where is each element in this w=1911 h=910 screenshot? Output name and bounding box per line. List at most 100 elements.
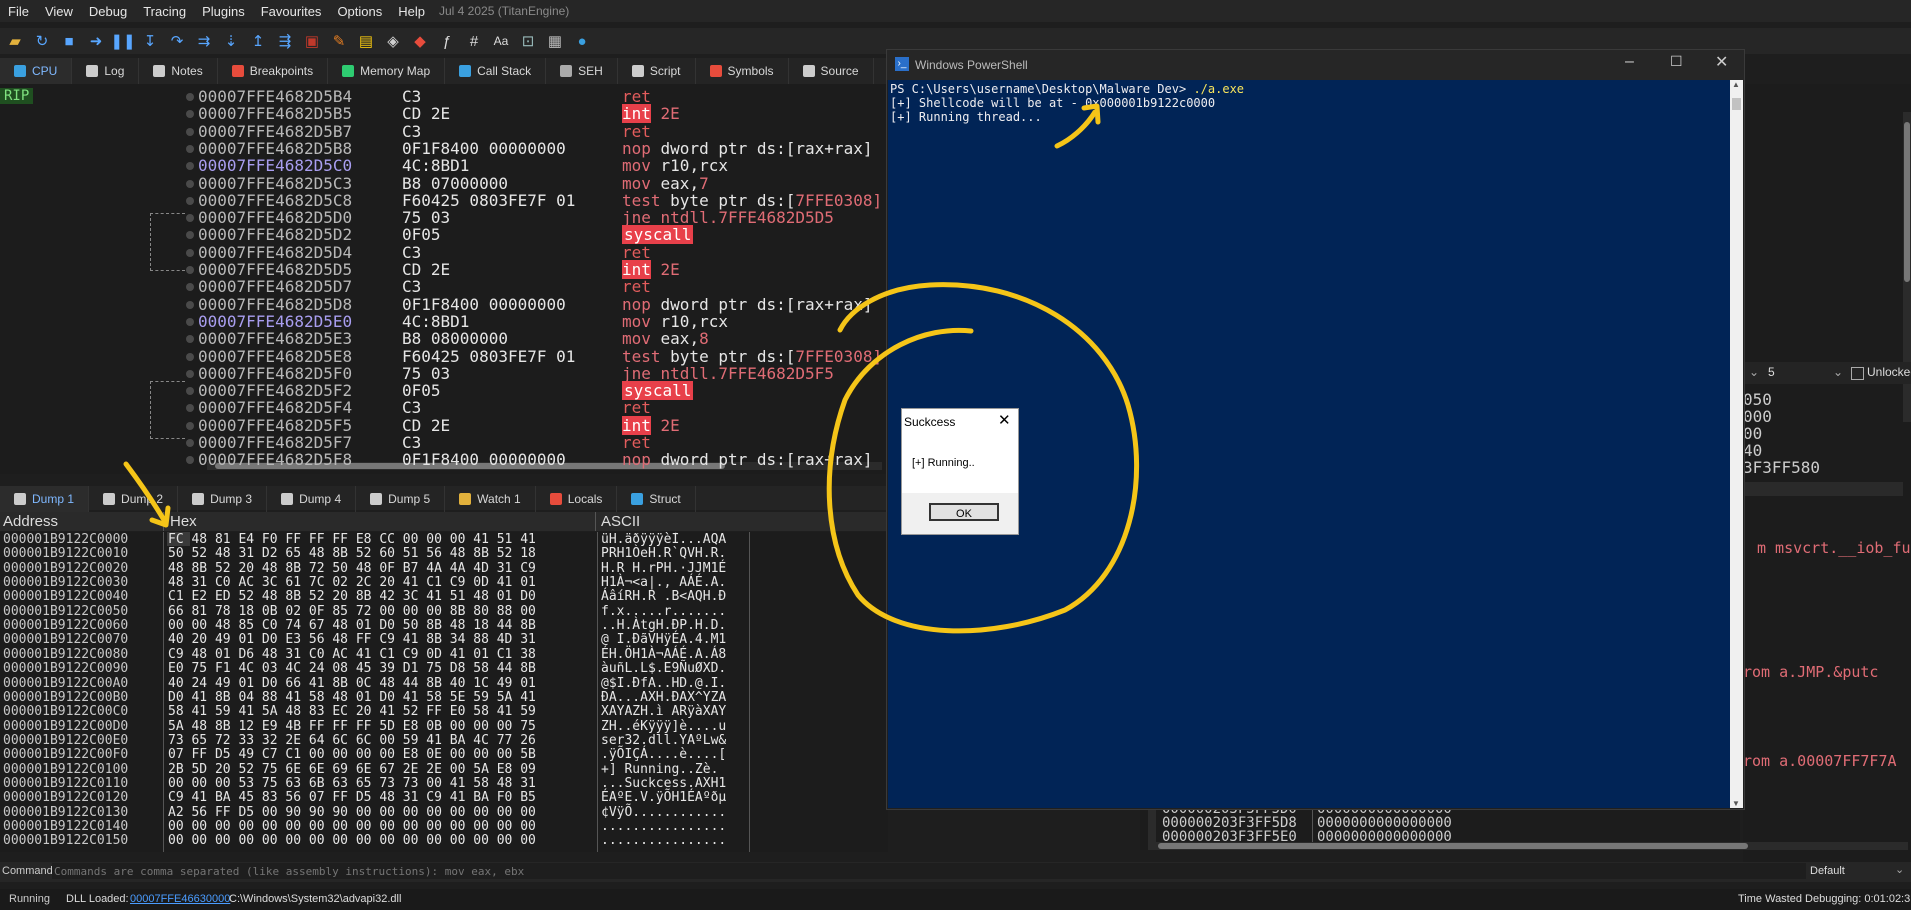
breakpoint-dot[interactable]	[186, 317, 194, 326]
menu-debug[interactable]: Debug	[81, 4, 135, 19]
lock-icon[interactable]: ⊡	[517, 31, 539, 51]
tab-memory-map[interactable]: Memory Map	[328, 58, 446, 84]
breakpoint-dot[interactable]	[186, 231, 194, 240]
dump-hex: 48 8B 52 20 48 8B 72 50 48 0F B7 4A 4A 4…	[168, 560, 536, 576]
command-input[interactable]	[52, 863, 1806, 879]
tab-seh[interactable]: SEH	[546, 58, 618, 84]
breakpoint-dot[interactable]	[186, 421, 194, 430]
tab-notes[interactable]: Notes	[139, 58, 218, 84]
close-icon[interactable]: ✕	[998, 411, 1011, 429]
dump-address: 000001B9122C0110	[3, 775, 129, 791]
dll-address-link[interactable]: 00007FFE46630000	[130, 893, 230, 905]
breakpoint-dot[interactable]	[186, 93, 194, 101]
label-icon[interactable]: ◈	[382, 31, 404, 51]
tab-cpu[interactable]: CPU	[0, 58, 73, 84]
tab-breakpoints[interactable]: Breakpoints	[218, 58, 329, 84]
breakpoint-dot[interactable]	[186, 144, 194, 153]
tab-source[interactable]: Source	[789, 58, 874, 84]
patch-icon[interactable]: ✎	[328, 31, 350, 51]
run-icon[interactable]: ➜	[85, 31, 107, 51]
menu-plugins[interactable]: Plugins	[194, 4, 253, 19]
breakpoint-dot[interactable]	[186, 266, 194, 274]
calculator-icon[interactable]: ▦	[544, 31, 566, 51]
tab-script[interactable]: Script	[618, 58, 696, 84]
font-icon[interactable]: Aa	[490, 31, 512, 51]
breakpoint-dot[interactable]	[186, 335, 194, 344]
breakpoint-dot[interactable]	[186, 283, 194, 292]
trace-into-icon[interactable]: ⇉	[193, 31, 215, 51]
disasm-instruction: ret	[622, 278, 651, 295]
breakpoint-dot[interactable]	[186, 387, 194, 396]
breakpoint-dot[interactable]	[186, 352, 194, 361]
menu-file[interactable]: File	[0, 4, 37, 19]
tab-locals[interactable]: Locals	[536, 486, 618, 512]
mnemonic: nop	[622, 294, 651, 314]
notes-icon	[153, 65, 166, 77]
horizontal-scrollbar[interactable]	[1148, 842, 1908, 850]
mnemonic: syscall	[622, 225, 694, 245]
open-icon[interactable]: ▰	[4, 31, 26, 51]
function-icon[interactable]: ƒ	[436, 31, 458, 51]
disasm-address: 00007FFE4682D5F0	[198, 363, 353, 383]
restart-icon[interactable]: ↻	[31, 31, 53, 51]
hash-icon[interactable]: #	[463, 31, 485, 51]
message-box[interactable]: Suckcess ✕ [+] Running.. OK	[901, 408, 1019, 535]
menu-help[interactable]: Help	[390, 4, 433, 19]
breakpoint-dot[interactable]	[186, 110, 194, 119]
bookmark-icon[interactable]: ◆	[409, 31, 431, 51]
step-over-icon[interactable]: ↷	[166, 31, 188, 51]
mnemonic: mov	[622, 311, 651, 331]
tab-log[interactable]: Log	[72, 58, 140, 84]
ok-button[interactable]: OK	[929, 503, 999, 521]
minimize-icon[interactable]: –	[1625, 53, 1634, 71]
step-into-icon[interactable]: ↧	[139, 31, 161, 51]
command-mode-select[interactable]: Default	[1810, 865, 1845, 877]
breakpoint-dot[interactable]	[186, 439, 194, 447]
disasm-address: 00007FFE4682D5D7	[198, 277, 353, 297]
unlocked-checkbox[interactable]	[1851, 367, 1864, 380]
powershell-titlebar[interactable]: ›_ Windows PowerShell – ☐ ✕	[887, 50, 1744, 80]
breakpoint-dot[interactable]	[186, 179, 194, 188]
menu-options[interactable]: Options	[329, 4, 390, 19]
close-icon[interactable]: ✕	[1715, 52, 1728, 72]
breakpoint-dot[interactable]	[186, 456, 194, 465]
menu-view[interactable]: View	[37, 4, 81, 19]
vertical-scrollbar[interactable]: ▲ ▼	[1730, 80, 1743, 808]
breakpoint-dot[interactable]	[186, 214, 194, 223]
breakpoint-dot[interactable]	[186, 127, 194, 136]
maximize-icon[interactable]: ☐	[1670, 53, 1683, 70]
chevron-down-icon[interactable]: ⌄	[1749, 365, 1759, 379]
stop-icon[interactable]: ■	[58, 31, 80, 51]
tab-dump-1[interactable]: Dump 1	[0, 486, 90, 512]
breakpoint-dot[interactable]	[186, 248, 194, 257]
globe-icon[interactable]: ●	[571, 31, 593, 51]
run-to-user-code-icon[interactable]: ⇶	[274, 31, 296, 51]
dump-view[interactable]: 000001B9122C0000 FC 48 81 E4 F0 FF FF FF …	[0, 532, 888, 852]
chevron-down-icon[interactable]: ⌄	[1833, 365, 1843, 379]
tab-dump-3[interactable]: Dump 3	[178, 486, 268, 512]
menu-tracing[interactable]: Tracing	[135, 4, 194, 19]
breakpoint-dot[interactable]	[186, 404, 194, 413]
tab-dump-4[interactable]: Dump 4	[267, 486, 357, 512]
breakpoint-dot[interactable]	[186, 162, 194, 171]
chevron-down-icon[interactable]: ⌄	[1895, 863, 1904, 876]
tab-dump-2[interactable]: Dump 2	[89, 486, 179, 512]
arg-count-combo[interactable]: 5	[1768, 365, 1775, 379]
trace-over-icon[interactable]: ⇣	[220, 31, 242, 51]
execute-till-return-icon[interactable]: ↥	[247, 31, 269, 51]
breakpoint-dot[interactable]	[186, 196, 194, 205]
highlight-icon[interactable]: ▣	[301, 31, 323, 51]
disassembly-view[interactable]: 00007FFE4682D5B4 C3 ret 00007FFE4682D5B5 CD …	[0, 84, 886, 474]
pause-icon[interactable]: ❚❚	[110, 31, 135, 51]
breakpoint-dot[interactable]	[186, 300, 194, 309]
tab-watch-1[interactable]: Watch 1	[445, 486, 536, 512]
tab-call-stack[interactable]: Call Stack	[445, 58, 547, 84]
tab-dump-5[interactable]: Dump 5	[356, 486, 446, 512]
breakpoint-dot[interactable]	[186, 369, 194, 378]
menu-favourites[interactable]: Favourites	[253, 4, 330, 19]
comment-icon[interactable]: ▤	[355, 31, 377, 51]
operands: byte ptr ds:[	[660, 346, 796, 366]
tab-struct[interactable]: Struct	[617, 486, 696, 512]
dump-ascii: ................	[601, 833, 727, 849]
tab-symbols[interactable]: Symbols	[696, 58, 789, 84]
